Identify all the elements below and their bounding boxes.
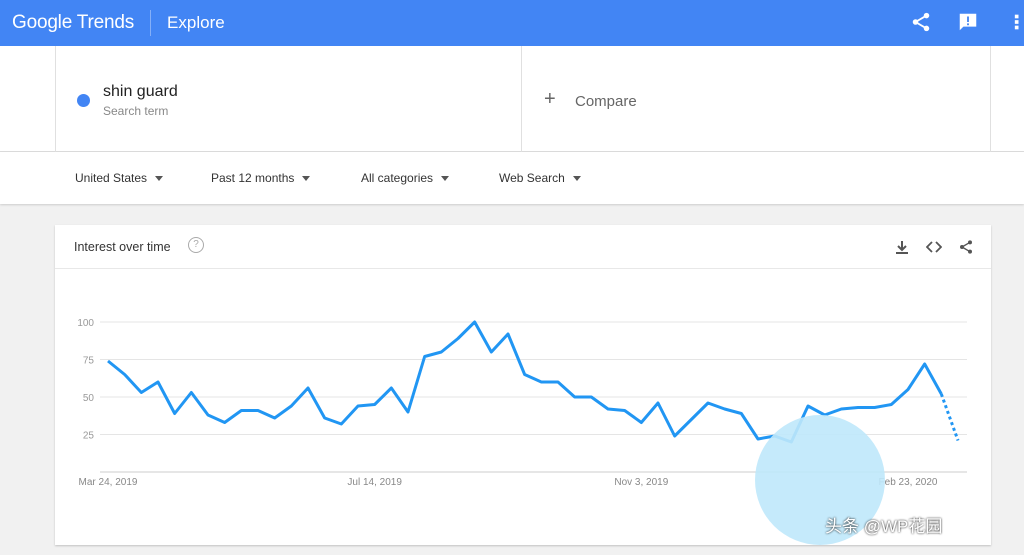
- card-title: Interest over time: [74, 240, 171, 254]
- caret-down-icon: [155, 176, 164, 182]
- google-trends-logo[interactable]: Google Trends: [12, 12, 134, 34]
- share-icon[interactable]: [958, 239, 974, 255]
- plus-icon: +: [544, 88, 556, 110]
- filters-bar: United States Past 12 months All categor…: [0, 152, 1024, 204]
- filter-time[interactable]: Past 12 months: [211, 171, 311, 185]
- compare-button[interactable]: + Compare: [523, 46, 991, 152]
- x-tick-label: Jul 14, 2019: [347, 477, 402, 488]
- y-tick-label: 100: [77, 318, 94, 329]
- help-icon[interactable]: ?: [188, 237, 204, 253]
- y-tick-label: 25: [83, 431, 95, 442]
- filter-search-type[interactable]: Web Search: [499, 171, 581, 185]
- caret-down-icon: [441, 176, 450, 182]
- apps-icon[interactable]: [1013, 11, 1024, 33]
- page-title: Explore: [167, 13, 225, 32]
- compare-label: Compare: [575, 93, 637, 110]
- divider: [150, 10, 152, 36]
- caret-down-icon: [302, 176, 311, 182]
- download-icon[interactable]: [894, 239, 910, 255]
- search-term-card[interactable]: shin guard Search term: [55, 46, 522, 152]
- share-icon[interactable]: [910, 11, 932, 33]
- filter-label: United States: [75, 171, 148, 185]
- term-subtitle: Search term: [103, 104, 169, 118]
- filter-label: All categories: [361, 171, 434, 185]
- caret-down-icon: [572, 176, 581, 182]
- top-bar: Google Trends Explore: [0, 0, 1024, 46]
- search-terms-panel: shin guard Search term + Compare: [0, 46, 1024, 152]
- term-name[interactable]: shin guard: [103, 83, 178, 101]
- card-header: Interest over time ?: [55, 225, 991, 269]
- term-color-dot: [77, 94, 90, 107]
- y-tick-label: 75: [83, 356, 95, 367]
- filter-label: Past 12 months: [211, 171, 295, 185]
- x-tick-label: Nov 3, 2019: [614, 477, 668, 488]
- y-tick-label: 50: [83, 393, 95, 404]
- embed-icon[interactable]: [926, 239, 942, 255]
- filter-category[interactable]: All categories: [361, 171, 450, 185]
- feedback-icon[interactable]: [957, 11, 979, 33]
- filter-label: Web Search: [499, 171, 565, 185]
- x-tick-label: Mar 24, 2019: [79, 477, 138, 488]
- filter-region[interactable]: United States: [75, 171, 164, 185]
- watermark-text: 头条 @WP花园: [825, 517, 943, 536]
